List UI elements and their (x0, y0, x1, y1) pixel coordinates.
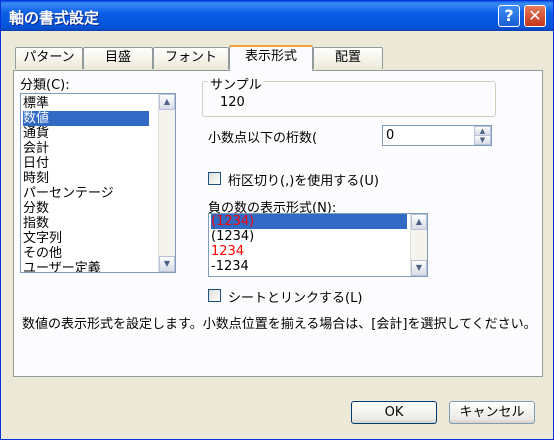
list-item[interactable]: 指数 (23, 216, 49, 231)
list-item[interactable]: (1234) (211, 229, 254, 244)
tab-font[interactable]: フォント (153, 47, 229, 69)
list-item[interactable]: その他 (23, 246, 62, 261)
up-arrow-icon: ▲ (479, 127, 486, 135)
cancel-button[interactable]: キャンセル (449, 401, 535, 424)
negative-format-list[interactable]: (1234) (1234) 1234 -1234 ▲ ▼ (208, 213, 428, 277)
up-arrow-icon: ▲ (415, 217, 423, 226)
number-tab-panel: 分類(C): 標準 数値 通貨 会計 日付 時刻 パーセンテージ 分数 指数 文… (13, 70, 543, 377)
decimal-places-value[interactable]: 0 (386, 128, 394, 143)
link-to-source-checkbox[interactable] (208, 289, 221, 302)
category-list[interactable]: 標準 数値 通貨 会計 日付 時刻 パーセンテージ 分数 指数 文字列 その他 … (20, 93, 176, 273)
category-label: 分類(C): (20, 78, 70, 93)
list-item[interactable]: 1234 (211, 244, 244, 259)
format-axis-dialog: 軸の書式設定 ? ✕ パターン 目盛 フォント 表示形式 配置 分類(C): 標… (0, 0, 554, 440)
decimal-places-spinner[interactable]: 0 ▲ ▼ (382, 125, 492, 146)
ok-button[interactable]: OK (351, 401, 437, 424)
sample-value: 120 (220, 95, 245, 110)
dialog-title: 軸の書式設定 (9, 9, 100, 27)
thousands-separator-label[interactable]: 桁区切り(,)を使用する(U) (228, 170, 379, 189)
scroll-up-button[interactable]: ▲ (159, 94, 175, 110)
list-item-selected[interactable]: (1234) (211, 214, 407, 229)
list-item[interactable]: 会計 (23, 141, 49, 156)
tab-scale[interactable]: 目盛 (83, 47, 153, 69)
category-scrollbar[interactable]: ▲ ▼ (158, 94, 175, 272)
up-arrow-icon: ▲ (163, 97, 171, 106)
help-button[interactable]: ? (498, 5, 520, 27)
tab-patterns[interactable]: パターン (15, 47, 83, 69)
list-item[interactable]: -1234 (211, 259, 249, 274)
sample-label: サンプル (208, 74, 264, 93)
question-mark-icon: ? (504, 6, 514, 25)
down-arrow-icon: ▼ (163, 259, 171, 268)
thousands-separator-checkbox[interactable] (208, 172, 221, 185)
list-item[interactable]: 時刻 (23, 171, 49, 186)
scroll-down-button[interactable]: ▼ (159, 256, 175, 272)
scroll-down-button[interactable]: ▼ (411, 260, 427, 276)
list-item[interactable]: 通貨 (23, 126, 49, 141)
down-arrow-icon: ▼ (479, 136, 486, 144)
close-icon: ✕ (528, 6, 542, 25)
list-item[interactable]: 日付 (23, 156, 49, 171)
decimal-places-label: 小数点以下の桁数( (208, 131, 318, 146)
tab-number[interactable]: 表示形式 (229, 45, 313, 71)
link-to-source-label[interactable]: シートとリンクする(L) (228, 287, 362, 306)
spin-down-button[interactable]: ▼ (474, 135, 491, 145)
list-item[interactable]: 文字列 (23, 231, 62, 246)
list-item[interactable]: ユーザー定義 (23, 261, 101, 272)
list-item[interactable]: 標準 (23, 96, 49, 111)
negative-format-scrollbar[interactable]: ▲ ▼ (410, 214, 427, 276)
format-description: 数値の表示形式を設定します。小数点位置を揃える場合は、[会計]を選択してください… (22, 317, 537, 332)
down-arrow-icon: ▼ (415, 263, 423, 272)
list-item[interactable]: 分数 (23, 201, 49, 216)
title-bar[interactable]: 軸の書式設定 ? ✕ (1, 1, 553, 31)
list-item[interactable]: パーセンテージ (23, 186, 114, 201)
tab-alignment[interactable]: 配置 (313, 47, 383, 69)
scroll-up-button[interactable]: ▲ (411, 214, 427, 230)
close-button[interactable]: ✕ (524, 5, 546, 27)
list-item-selected[interactable]: 数値 (23, 111, 149, 126)
